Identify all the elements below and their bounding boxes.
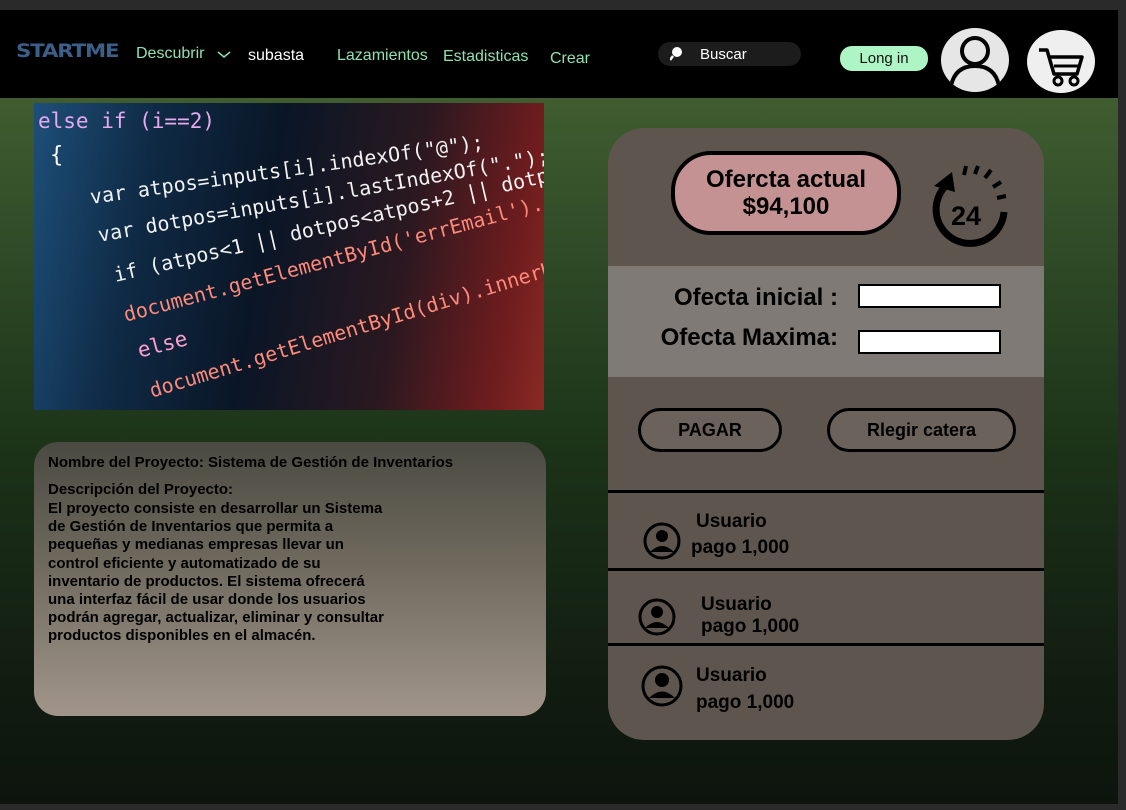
top-navbar: STARTME Descubrir subasta Lazamientos Es…: [0, 10, 1118, 98]
app-frame: STARTME Descubrir subasta Lazamientos Es…: [0, 10, 1118, 804]
initial-offer-label: Ofecta inicial :: [673, 284, 838, 311]
cart-button[interactable]: [1027, 30, 1095, 93]
nav-subasta[interactable]: subasta: [248, 47, 304, 65]
max-offer-input[interactable]: [858, 330, 1001, 354]
divider: [608, 490, 1044, 493]
description-body: El proyecto consiste en desarrollar un S…: [48, 500, 416, 646]
pay-button[interactable]: PAGAR: [638, 408, 782, 452]
divider: [608, 643, 1044, 646]
timer-value: 24: [951, 201, 981, 231]
nav-descubrir[interactable]: Descubrir: [136, 45, 204, 63]
current-offer-label: Ofercta actual: [705, 166, 867, 193]
bid-list-item: Usuario pago 1,000: [608, 649, 1044, 719]
choose-wallet-button[interactable]: Rlegir catera: [827, 408, 1016, 452]
description-label: Descripción del Proyecto:: [48, 481, 234, 498]
code-line: {: [50, 143, 64, 168]
divider: [608, 568, 1044, 571]
code-line: else if (i==2): [38, 109, 216, 133]
user-icon: [643, 522, 681, 560]
bid-payment: pago 1,000: [691, 537, 790, 558]
user-icon: [949, 36, 1001, 87]
description-line: pequeñas y medianas empresas llevar un: [48, 536, 344, 554]
current-offer-badge: Ofercta actual $94,100: [671, 151, 901, 235]
profile-avatar-button[interactable]: [941, 28, 1009, 92]
description-line: de Gestión de Inventarios que permita a: [48, 518, 334, 536]
chevron-down-icon[interactable]: [217, 51, 231, 59]
nav-lazamientos[interactable]: Lazamientos: [337, 47, 428, 65]
description-line: productos disponibles en el almacén.: [48, 627, 316, 645]
nav-estadisticas[interactable]: Estadisticas: [443, 48, 528, 66]
bid-user: Usuario: [701, 594, 772, 615]
bid-settings: Ofecta inicial : Ofecta Maxima:: [608, 266, 1044, 377]
max-offer-label: Ofecta Maxima:: [660, 324, 838, 351]
description-line: una interfaz fácil de usar donde los usu…: [48, 591, 366, 609]
project-image: else if (i==2) { var atpos=inputs[i].ind…: [34, 103, 544, 410]
current-offer-value: $94,100: [742, 193, 830, 220]
description-line: control eficiente y automatizado de su: [48, 554, 321, 572]
login-button[interactable]: Long in: [840, 46, 928, 71]
project-title: Nombre del Proyecto: Sistema de Gestión …: [48, 454, 454, 471]
bid-list-item: Usuario pago 1,000: [608, 574, 1044, 644]
description-line: inventario de productos. El sistema ofre…: [48, 572, 365, 590]
user-icon: [638, 598, 676, 636]
bid-user: Usuario: [696, 665, 767, 686]
bid-payment: pago 1,000: [701, 616, 800, 637]
nav-crear[interactable]: Crear: [550, 50, 590, 68]
bid-user: Usuario: [696, 511, 767, 532]
search-input[interactable]: [700, 44, 795, 64]
description-line: podrán agregar, actualizar, eliminar y c…: [48, 609, 384, 627]
logo[interactable]: STARTME: [16, 40, 120, 62]
search-icon: [670, 47, 682, 61]
description-line: El proyecto consiste en desarrollar un S…: [48, 500, 383, 517]
search-box: [658, 42, 801, 66]
user-icon: [641, 665, 683, 707]
project-description-card: Nombre del Proyecto: Sistema de Gestión …: [34, 442, 546, 716]
cart-icon: [1039, 48, 1084, 87]
initial-offer-input[interactable]: [858, 284, 1001, 308]
timer-24h-icon: 24: [932, 165, 1008, 247]
bid-list-item: Usuario pago 1,000: [608, 496, 1044, 566]
auction-panel: Ofercta actual $94,100 24 Ofecta inicial…: [608, 128, 1044, 740]
code-line: else: [134, 326, 190, 363]
bid-payment: pago 1,000: [696, 692, 795, 713]
